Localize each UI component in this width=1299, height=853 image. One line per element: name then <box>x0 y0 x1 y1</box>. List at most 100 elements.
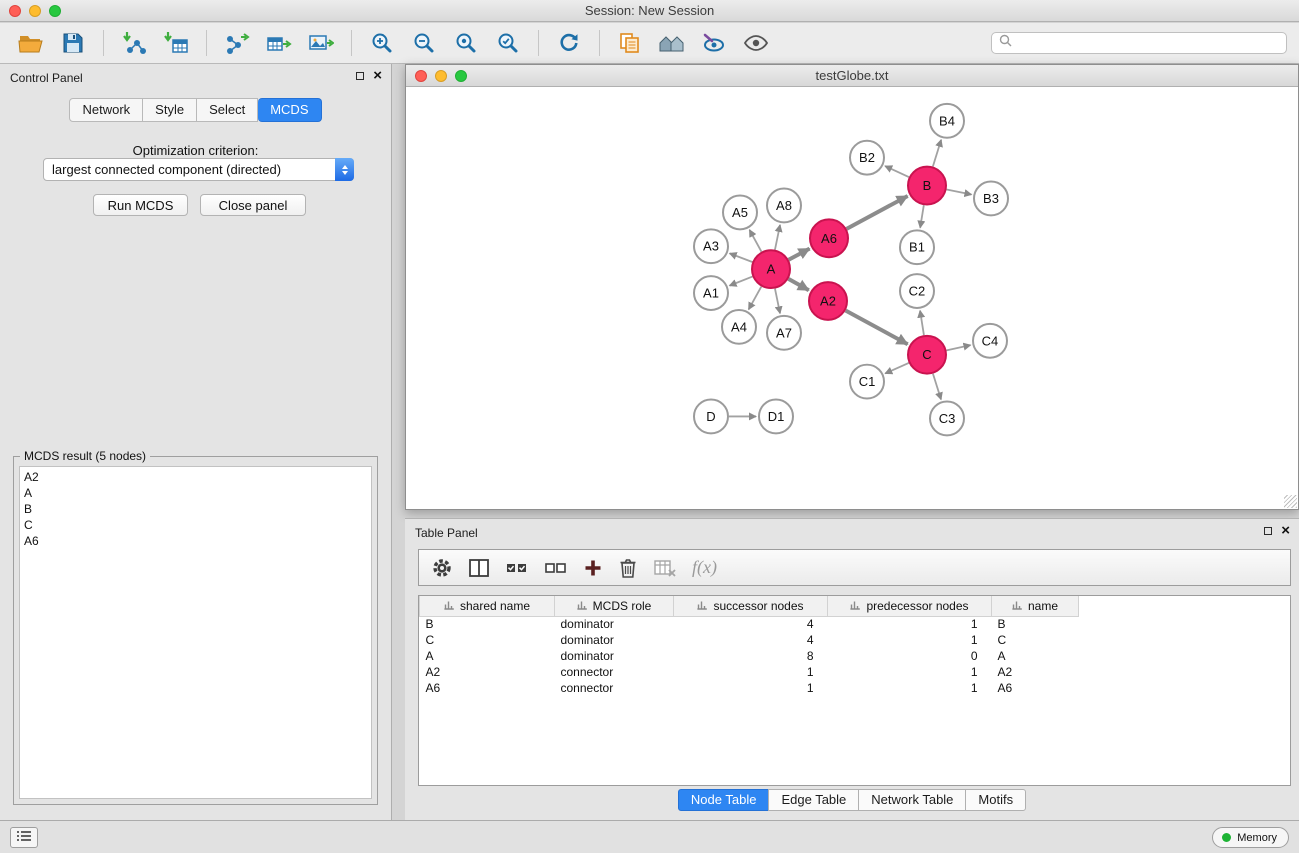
function-builder-icon[interactable]: f(x) <box>692 557 717 578</box>
tab-motifs[interactable]: Motifs <box>965 789 1026 811</box>
refresh-view-icon[interactable] <box>550 26 588 60</box>
column-header-predecessor-nodes[interactable]: predecessor nodes <box>828 596 992 616</box>
network-close-button[interactable] <box>415 70 427 82</box>
task-history-button[interactable] <box>10 827 38 848</box>
table-cell[interactable]: 8 <box>674 648 828 664</box>
node-A5[interactable]: A5 <box>723 195 757 229</box>
column-visibility-icon[interactable] <box>468 558 490 578</box>
table-cell[interactable]: 1 <box>828 680 992 696</box>
table-cell[interactable]: dominator <box>555 632 674 648</box>
table-cell[interactable]: 1 <box>674 680 828 696</box>
edge-A-A3[interactable] <box>730 253 753 262</box>
edge-A-A2[interactable] <box>788 279 808 290</box>
column-header-mcds-role[interactable]: MCDS role <box>555 596 674 616</box>
tab-node-table[interactable]: Node Table <box>678 789 770 811</box>
table-cell[interactable]: 1 <box>828 664 992 680</box>
node-C1[interactable]: C1 <box>850 365 884 399</box>
zoom-in-icon[interactable] <box>363 26 401 60</box>
table-cell[interactable]: dominator <box>555 616 674 632</box>
table-cell[interactable]: A <box>992 648 1079 664</box>
search-input[interactable] <box>1017 35 1279 51</box>
criterion-select[interactable]: largest connected component (directed) <box>43 158 354 181</box>
edge-C-C3[interactable] <box>933 374 941 400</box>
node-A[interactable]: A <box>752 250 790 288</box>
edge-B-B3[interactable] <box>947 189 972 194</box>
node-A2[interactable]: A2 <box>809 282 847 320</box>
show-hide-panel-icon[interactable] <box>737 26 775 60</box>
save-session-icon[interactable] <box>54 26 92 60</box>
table-cell[interactable]: 0 <box>828 648 992 664</box>
table-row[interactable]: Cdominator41C <box>420 632 1079 648</box>
open-recent-files-icon[interactable] <box>611 26 649 60</box>
table-cell[interactable]: 1 <box>674 664 828 680</box>
edge-A-A1[interactable] <box>730 277 753 286</box>
network-canvas[interactable]: B4B2BB3A5A8A6B1A3AC2A1A2A4A7CC4C1C3DD1 <box>406 87 1298 509</box>
export-network-icon[interactable] <box>218 26 256 60</box>
zoom-fit-selected-icon[interactable] <box>489 26 527 60</box>
tab-style[interactable]: Style <box>143 98 197 122</box>
float-panel-icon[interactable] <box>356 72 364 80</box>
close-panel-icon[interactable]: × <box>1281 526 1290 536</box>
network-zoom-button[interactable] <box>455 70 467 82</box>
edge-B-B4[interactable] <box>933 140 941 167</box>
edge-B-B2[interactable] <box>885 166 909 177</box>
node-A4[interactable]: A4 <box>722 310 756 344</box>
mcds-result-list[interactable]: A2ABCA6 <box>19 466 372 799</box>
edge-A-A6[interactable] <box>789 249 810 260</box>
export-table-icon[interactable] <box>260 26 298 60</box>
node-A6[interactable]: A6 <box>810 219 848 257</box>
column-header-name[interactable]: name <box>992 596 1079 616</box>
tab-edge-table[interactable]: Edge Table <box>768 789 859 811</box>
node-B[interactable]: B <box>908 167 946 205</box>
close-window-button[interactable] <box>9 5 21 17</box>
node-A3[interactable]: A3 <box>694 229 728 263</box>
table-cell[interactable]: B <box>420 616 555 632</box>
table-cell[interactable]: 1 <box>828 632 992 648</box>
node-D[interactable]: D <box>694 400 728 434</box>
node-B3[interactable]: B3 <box>974 182 1008 216</box>
table-cell[interactable]: A6 <box>420 680 555 696</box>
tab-mcds[interactable]: MCDS <box>258 98 321 122</box>
add-column-icon[interactable] <box>583 558 603 578</box>
float-panel-icon[interactable] <box>1264 527 1272 535</box>
home-panels-icon[interactable] <box>653 26 691 60</box>
table-cell[interactable]: B <box>992 616 1079 632</box>
import-table-file-icon[interactable] <box>157 26 195 60</box>
delete-table-icon[interactable] <box>653 558 677 578</box>
node-C4[interactable]: C4 <box>973 324 1007 358</box>
node-B1[interactable]: B1 <box>900 230 934 264</box>
node-table-container[interactable]: shared nameMCDS rolesuccessor nodesprede… <box>418 595 1291 786</box>
table-row[interactable]: Bdominator41B <box>420 616 1079 632</box>
edge-B-B1[interactable] <box>920 205 924 227</box>
table-cell[interactable]: connector <box>555 664 674 680</box>
zoom-out-icon[interactable] <box>405 26 443 60</box>
table-cell[interactable]: A6 <box>992 680 1079 696</box>
table-cell[interactable]: C <box>992 632 1079 648</box>
node-B4[interactable]: B4 <box>930 104 964 138</box>
network-graph[interactable]: B4B2BB3A5A8A6B1A3AC2A1A2A4A7CC4C1C3DD1 <box>406 87 1298 509</box>
edge-A-A8[interactable] <box>775 225 780 250</box>
table-row[interactable]: A2connector11A2 <box>420 664 1079 680</box>
table-cell[interactable]: 1 <box>828 616 992 632</box>
node-A7[interactable]: A7 <box>767 316 801 350</box>
node-B2[interactable]: B2 <box>850 141 884 175</box>
column-header-successor-nodes[interactable]: successor nodes <box>674 596 828 616</box>
network-minimize-button[interactable] <box>435 70 447 82</box>
table-cell[interactable]: A2 <box>992 664 1079 680</box>
table-cell[interactable]: 4 <box>674 616 828 632</box>
show-graphics-details-icon[interactable] <box>695 26 733 60</box>
tab-select[interactable]: Select <box>197 98 258 122</box>
node-D1[interactable]: D1 <box>759 400 793 434</box>
close-panel-button[interactable]: Close panel <box>200 194 306 216</box>
tab-network[interactable]: Network <box>69 98 143 122</box>
node-C[interactable]: C <box>908 336 946 374</box>
table-cell[interactable]: A <box>420 648 555 664</box>
edge-A-A7[interactable] <box>775 289 780 314</box>
column-header-shared-name[interactable]: shared name <box>420 596 555 616</box>
edge-C-C2[interactable] <box>920 311 924 335</box>
zoom-reset-icon[interactable] <box>447 26 485 60</box>
table-row[interactable]: Adominator80A <box>420 648 1079 664</box>
edge-A-A4[interactable] <box>749 287 762 310</box>
zoom-window-button[interactable] <box>49 5 61 17</box>
table-cell[interactable]: connector <box>555 680 674 696</box>
